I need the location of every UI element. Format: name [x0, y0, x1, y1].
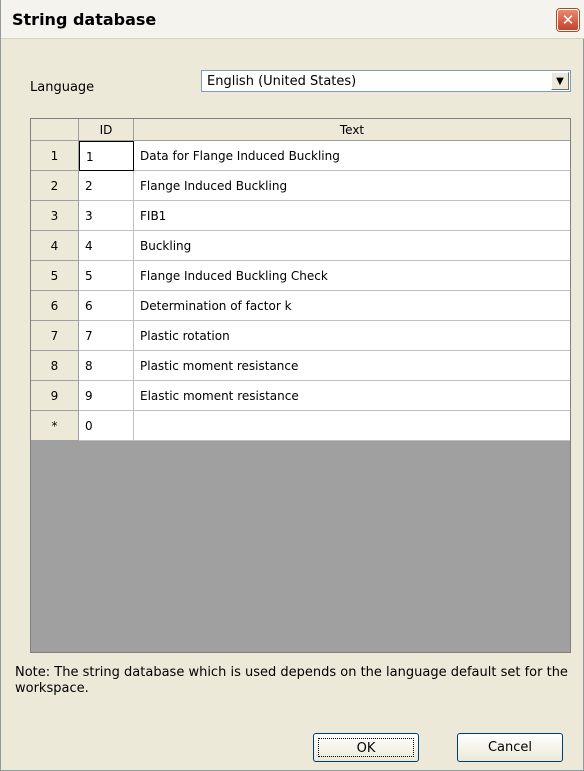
row-header[interactable]: 7 — [31, 321, 79, 351]
id-cell[interactable]: 5 — [79, 261, 134, 291]
id-cell[interactable]: 2 — [79, 171, 134, 201]
id-cell[interactable]: 6 — [79, 291, 134, 321]
text-cell[interactable]: Plastic rotation — [134, 321, 570, 351]
row-header[interactable]: 4 — [31, 231, 79, 261]
row-header[interactable]: 1 — [31, 141, 79, 171]
id-cell[interactable]: 9 — [79, 381, 134, 411]
language-label: Language — [30, 80, 95, 95]
row-header[interactable]: 5 — [31, 261, 79, 291]
table-row[interactable]: 1 1 Data for Flange Induced Buckling — [31, 141, 570, 171]
row-header[interactable]: 6 — [31, 291, 79, 321]
id-cell[interactable]: 0 — [79, 411, 134, 441]
language-selected-value: English (United States) — [207, 74, 357, 89]
text-cell[interactable]: Determination of factor k — [134, 291, 570, 321]
table-row[interactable]: 2 2 Flange Induced Buckling — [31, 171, 570, 201]
table-row[interactable]: 5 5 Flange Induced Buckling Check — [31, 261, 570, 291]
row-header[interactable]: 8 — [31, 351, 79, 381]
table-row[interactable]: 8 8 Plastic moment resistance — [31, 351, 570, 381]
corner-header-cell[interactable] — [31, 119, 79, 141]
text-cell[interactable]: Data for Flange Induced Buckling — [134, 141, 570, 171]
text-cell[interactable]: Elastic moment resistance — [134, 381, 570, 411]
text-cell[interactable]: Buckling — [134, 231, 570, 261]
text-cell[interactable]: Flange Induced Buckling — [134, 171, 570, 201]
dialog-title: String database — [12, 10, 157, 29]
table-row[interactable]: 3 3 FIB1 — [31, 201, 570, 231]
id-cell[interactable]: 3 — [79, 201, 134, 231]
string-database-dialog: String database ✕ Language English (Unit… — [0, 0, 584, 771]
column-header-id[interactable]: ID — [79, 119, 134, 141]
title-bar: String database ✕ — [1, 0, 584, 39]
row-header[interactable]: 3 — [31, 201, 79, 231]
text-cell[interactable]: Plastic moment resistance — [134, 351, 570, 381]
row-header[interactable]: * — [31, 411, 79, 441]
id-cell[interactable]: 1 — [79, 141, 134, 171]
close-button[interactable]: ✕ — [557, 9, 579, 31]
table-row[interactable]: 7 7 Plastic rotation — [31, 321, 570, 351]
row-header[interactable]: 2 — [31, 171, 79, 201]
text-cell[interactable]: FIB1 — [134, 201, 570, 231]
language-select[interactable]: English (United States) ▼ — [201, 70, 571, 92]
id-cell[interactable]: 7 — [79, 321, 134, 351]
note-text: Note: The string database which is used … — [15, 665, 568, 696]
text-cell[interactable] — [134, 411, 570, 441]
table-row[interactable]: * 0 — [31, 411, 570, 441]
id-cell[interactable]: 8 — [79, 351, 134, 381]
ok-button[interactable]: OK — [313, 733, 419, 762]
cancel-button[interactable]: Cancel — [457, 733, 563, 762]
id-cell[interactable]: 4 — [79, 231, 134, 261]
table-row[interactable]: 6 6 Determination of factor k — [31, 291, 570, 321]
column-header-text[interactable]: Text — [134, 119, 570, 141]
grid-header: ID Text — [31, 119, 570, 141]
close-icon: ✕ — [561, 11, 575, 29]
chevron-down-icon[interactable]: ▼ — [551, 72, 569, 90]
string-grid[interactable]: ID Text 1 1 Data for Flange Induced Buckli… — [30, 118, 571, 653]
table-row[interactable]: 9 9 Elastic moment resistance — [31, 381, 570, 411]
table-row[interactable]: 4 4 Buckling — [31, 231, 570, 261]
text-cell[interactable]: Flange Induced Buckling Check — [134, 261, 570, 291]
row-header[interactable]: 9 — [31, 381, 79, 411]
